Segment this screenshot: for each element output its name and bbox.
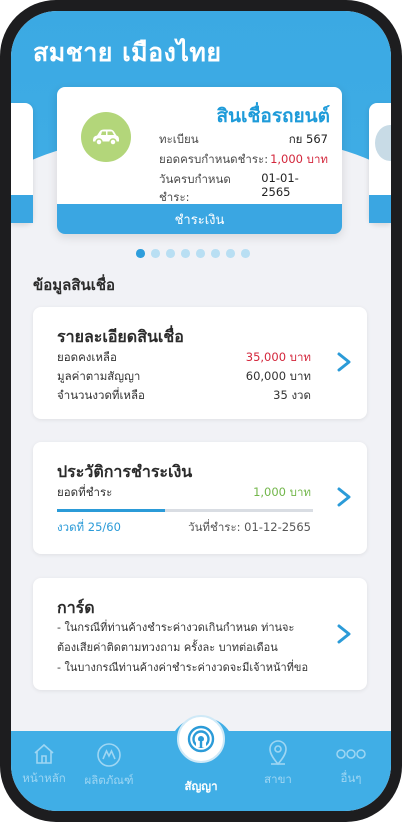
loan-row-plate: ทะเบียน กย 567: [159, 132, 328, 146]
carousel-dot[interactable]: [196, 249, 205, 258]
more-icon: [336, 749, 366, 759]
user-name: สมชาย เมืองไทย: [33, 38, 222, 67]
carousel-pagination: [136, 249, 250, 258]
loan-row-due-date: วันครบกำหนดชำระ: 01-01-2565: [159, 171, 299, 204]
chevron-right-icon[interactable]: [335, 486, 353, 508]
card-info-text: - ในกรณีที่ท่านค้างชำระค่างวดเกินกำหนด ท…: [57, 621, 309, 674]
location-icon: [269, 740, 287, 766]
tab-contract[interactable]: สัญญา: [166, 774, 236, 796]
contract-icon: [187, 725, 215, 753]
car-icon: [81, 112, 131, 162]
loan-details-card[interactable]: รายละเอียดสินเชื่อ ยอดคงเหลือ 35,000 บาท …: [33, 307, 367, 419]
payment-history-card[interactable]: ประวัติการชำระเงิน ยอดที่ชำระ 1,000 บาท ง…: [33, 442, 367, 554]
carousel-dot[interactable]: [211, 249, 220, 258]
tab-more[interactable]: อื่นๆ: [316, 742, 386, 788]
carousel-dot[interactable]: [136, 249, 145, 258]
details-row-remaining: จำนวนงวดที่เหลือ 35 งวด: [57, 388, 311, 402]
installment-count: งวดที่ 25/60: [57, 520, 121, 534]
carousel-dot[interactable]: [151, 249, 160, 258]
chevron-right-icon[interactable]: [335, 623, 353, 645]
home-icon: [34, 743, 54, 764]
installment-progress-fill: [57, 509, 165, 512]
tab-branches[interactable]: สาขา: [243, 739, 313, 789]
payment-date: วันที่ชำระ: 01-12-2565: [188, 520, 311, 534]
phone-frame: สมชาย เมืองไทย สินเชื่อรถยนต์ ทะเบียน กย …: [0, 0, 402, 822]
carousel-dot[interactable]: [166, 249, 175, 258]
card-heading: ประวัติการชำระเงิน: [57, 462, 193, 481]
pay-button[interactable]: ชำระเงิน: [57, 204, 342, 234]
history-row-paid: ยอดที่ชำระ 1,000 บาท: [57, 485, 311, 499]
carousel-prev-card[interactable]: [11, 103, 33, 223]
section-title: ข้อมูลสินเชื่อ: [33, 276, 116, 294]
loan-title: สินเชื่อรถยนต์: [216, 105, 330, 127]
tab-products[interactable]: ผลิตภัณฑ์: [74, 742, 144, 790]
loan-card[interactable]: สินเชื่อรถยนต์ ทะเบียน กย 567 ยอดครบกำหนด…: [57, 87, 342, 234]
carousel-next-card[interactable]: [369, 103, 391, 223]
loan-row-due-amount: ยอดครบกำหนดชำระ: 1,000 บาท: [159, 152, 328, 166]
details-row-balance: ยอดคงเหลือ 35,000 บาท: [57, 350, 311, 364]
card-info-card[interactable]: การ์ด - ในกรณีที่ท่านค้างชำระค่างวดเกินก…: [33, 578, 367, 690]
carousel-dot[interactable]: [181, 249, 190, 258]
contract-center-button[interactable]: [177, 715, 225, 763]
card-heading: รายละเอียดสินเชื่อ: [57, 327, 184, 346]
product-icon: [97, 743, 121, 767]
details-row-contract-value: มูลค่าตามสัญญา 60,000 บาท: [57, 369, 311, 383]
carousel-dot[interactable]: [226, 249, 235, 258]
chevron-right-icon[interactable]: [335, 351, 353, 373]
app-screen: สมชาย เมืองไทย สินเชื่อรถยนต์ ทะเบียน กย …: [11, 11, 391, 811]
carousel-dot[interactable]: [241, 249, 250, 258]
tab-home[interactable]: หน้าหลัก: [11, 742, 79, 788]
installment-progress: [57, 509, 313, 512]
